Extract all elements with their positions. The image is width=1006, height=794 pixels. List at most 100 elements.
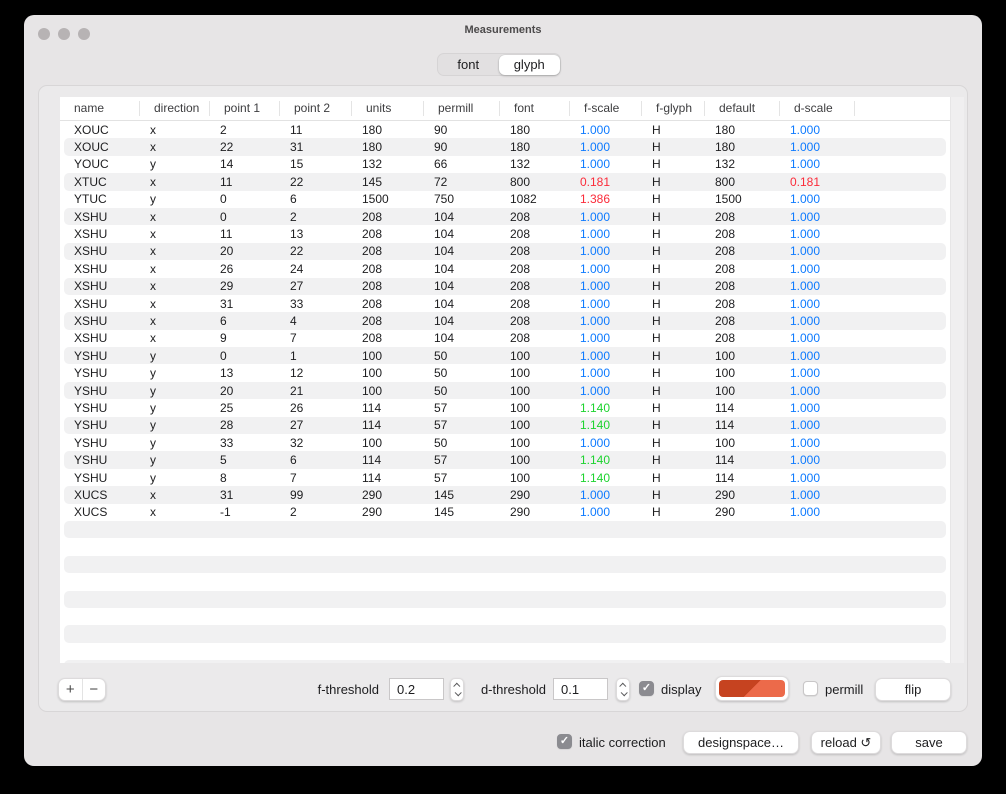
italic-correction-checkbox[interactable]: ✓: [557, 734, 572, 749]
cell-f-scale: 1.000: [570, 244, 642, 258]
cell-name: YSHU: [64, 418, 140, 432]
cell-default: 132: [705, 157, 780, 171]
cell-f-glyph: H: [642, 331, 705, 345]
cell-d-scale: 1.000: [780, 227, 946, 241]
table-row[interactable]: XSHUx29272081042081.000H2081.000: [64, 278, 946, 295]
cell-f-scale: 1.000: [570, 488, 642, 502]
f-threshold-input[interactable]: [389, 678, 444, 700]
cell-f-glyph: H: [642, 175, 705, 189]
table-row[interactable]: YSHUy2526114571001.140H1141.000: [64, 399, 946, 416]
cell-default: 100: [705, 384, 780, 398]
column-header-direction[interactable]: direction: [140, 101, 210, 116]
save-button[interactable]: save: [891, 731, 967, 754]
cell-font: 208: [500, 314, 570, 328]
cell-point 1: 0: [210, 192, 280, 206]
table-row[interactable]: YSHUy2021100501001.000H1001.000: [64, 382, 946, 399]
table-row[interactable]: XSHUx972081042081.000H2081.000: [64, 330, 946, 347]
cell-units: 1500: [352, 192, 424, 206]
table-row[interactable]: YSHUy01100501001.000H1001.000: [64, 347, 946, 364]
cell-units: 208: [352, 210, 424, 224]
cell-d-scale: 1.000: [780, 471, 946, 485]
table-row[interactable]: XOUCx2231180901801.000H1801.000: [64, 138, 946, 155]
table-row[interactable]: YSHUy3332100501001.000H1001.000: [64, 434, 946, 451]
cell-permill: 72: [424, 175, 500, 189]
table-row[interactable]: YOUCy1415132661321.000H1321.000: [64, 156, 946, 173]
cell-permill: 750: [424, 192, 500, 206]
column-header-name[interactable]: name: [60, 101, 140, 116]
cell-default: 208: [705, 262, 780, 276]
cell-default: 290: [705, 488, 780, 502]
cell-units: 208: [352, 314, 424, 328]
d-threshold-stepper[interactable]: [616, 678, 630, 701]
table-row[interactable]: XSHUx022081042081.000H2081.000: [64, 208, 946, 225]
flip-button[interactable]: flip: [875, 678, 951, 701]
column-header-units[interactable]: units: [352, 101, 424, 116]
table-row[interactable]: YSHUy87114571001.140H1141.000: [64, 469, 946, 486]
tab-glyph[interactable]: glyph: [499, 55, 560, 75]
cell-units: 180: [352, 123, 424, 137]
cell-d-scale: 1.000: [780, 140, 946, 154]
cell-permill: 50: [424, 436, 500, 450]
cell-default: 290: [705, 505, 780, 519]
column-header-default[interactable]: default: [705, 101, 780, 116]
cell-f-glyph: H: [642, 140, 705, 154]
cell-font: 208: [500, 244, 570, 258]
cell-direction: x: [140, 314, 210, 328]
cell-f-scale: 1.000: [570, 366, 642, 380]
cell-point 2: 15: [280, 157, 352, 171]
cell-font: 208: [500, 210, 570, 224]
cell-f-scale: 1.386: [570, 192, 642, 206]
column-header-spacer[interactable]: [855, 101, 950, 116]
column-header-font[interactable]: font: [500, 101, 570, 116]
table-row[interactable]: YTUCy06150075010821.386H15001.000: [64, 191, 946, 208]
cell-font: 100: [500, 436, 570, 450]
designspace-button[interactable]: designspace…: [683, 731, 799, 754]
table-row[interactable]: XSHUx31332081042081.000H2081.000: [64, 295, 946, 312]
cell-permill: 90: [424, 140, 500, 154]
reload-button[interactable]: reload ↺: [811, 731, 881, 754]
table-row[interactable]: XSHUx26242081042081.000H2081.000: [64, 260, 946, 277]
table-scrollbar[interactable]: [950, 97, 964, 663]
cell-f-scale: 1.140: [570, 453, 642, 467]
column-header-f-scale[interactable]: f-scale: [570, 101, 642, 116]
permill-label: permill: [825, 682, 863, 697]
cell-f-scale: 1.000: [570, 123, 642, 137]
cell-default: 114: [705, 453, 780, 467]
add-row-button[interactable]: +: [59, 679, 83, 700]
cell-f-scale: 1.000: [570, 227, 642, 241]
table-row[interactable]: YSHUy1312100501001.000H1001.000: [64, 364, 946, 381]
table-row[interactable]: XSHUx642081042081.000H2081.000: [64, 312, 946, 329]
cell-f-scale: 1.140: [570, 471, 642, 485]
table-row[interactable]: XUCSx31992901452901.000H2901.000: [64, 486, 946, 503]
column-header-point 2[interactable]: point 2: [280, 101, 352, 116]
cell-default: 208: [705, 279, 780, 293]
cell-direction: x: [140, 297, 210, 311]
table-row[interactable]: YSHUy2827114571001.140H1141.000: [64, 417, 946, 434]
cell-point 2: 31: [280, 140, 352, 154]
d-threshold-input[interactable]: [553, 678, 608, 700]
table-row[interactable]: XSHUx20222081042081.000H2081.000: [64, 243, 946, 260]
column-header-permill[interactable]: permill: [424, 101, 500, 116]
table-row[interactable]: XOUCx211180901801.000H1801.000: [64, 121, 946, 138]
title-bar[interactable]: Measurements: [24, 15, 982, 53]
cell-font: 180: [500, 123, 570, 137]
cell-point 2: 21: [280, 384, 352, 398]
table-row[interactable]: XSHUx11132081042081.000H2081.000: [64, 225, 946, 242]
tab-font[interactable]: font: [438, 54, 499, 75]
cell-name: XTUC: [64, 175, 140, 189]
display-checkbox[interactable]: ✓: [639, 681, 654, 696]
cell-direction: y: [140, 471, 210, 485]
column-header-point 1[interactable]: point 1: [210, 101, 280, 116]
table-row[interactable]: XTUCx1122145728000.181H8000.181: [64, 173, 946, 190]
cell-default: 180: [705, 123, 780, 137]
column-header-f-glyph[interactable]: f-glyph: [642, 101, 705, 116]
column-header-d-scale[interactable]: d-scale: [780, 101, 855, 116]
cell-font: 132: [500, 157, 570, 171]
table-row[interactable]: YSHUy56114571001.140H1141.000: [64, 451, 946, 468]
remove-row-button[interactable]: −: [83, 679, 106, 700]
table-body: XOUCx211180901801.000H1801.000XOUCx22311…: [60, 121, 950, 663]
table-row[interactable]: XUCSx-122901452901.000H2901.000: [64, 504, 946, 521]
display-color-well[interactable]: [715, 676, 789, 701]
cell-d-scale: 1.000: [780, 123, 946, 137]
permill-checkbox[interactable]: ✓: [803, 681, 818, 696]
